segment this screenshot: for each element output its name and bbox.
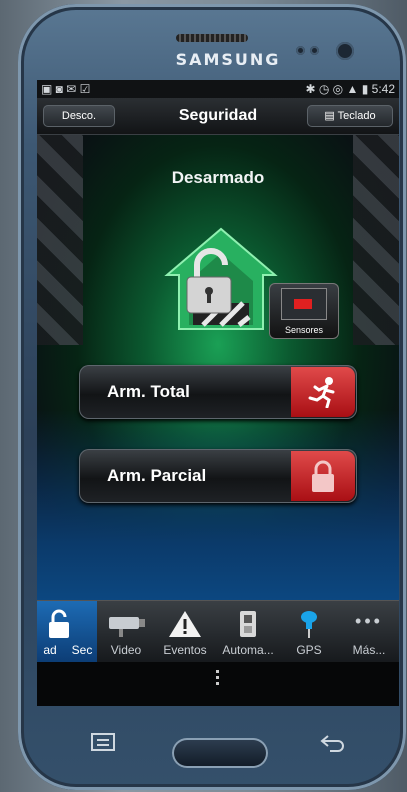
menu-key-icon[interactable] xyxy=(90,730,118,754)
keypad-button-label: Teclado xyxy=(337,110,376,122)
warning-icon xyxy=(169,611,201,637)
right-hazard-stripes xyxy=(353,135,399,345)
arm-parcial-button[interactable]: Arm. Parcial xyxy=(79,449,357,503)
tab-gps[interactable]: GPS xyxy=(281,601,337,663)
left-hazard-stripes xyxy=(37,135,83,345)
bottom-tab-bar: ad Sec Video Eventos Automa... GPS ••• M… xyxy=(37,600,399,663)
arm-total-label: Arm. Total xyxy=(107,382,190,401)
overflow-menu-icon[interactable] xyxy=(216,670,220,688)
house-unlocked-icon xyxy=(164,227,278,330)
keypad-button[interactable]: ▤ Teclado xyxy=(307,105,393,127)
tab-security-label: Sec xyxy=(71,643,93,657)
camera-icon xyxy=(109,617,145,637)
brand-logo: SAMSUNG xyxy=(175,50,281,69)
tab-automation[interactable]: Automa... xyxy=(217,601,279,663)
pin-icon xyxy=(301,611,317,638)
front-camera xyxy=(336,42,354,60)
keypad-icon: ▤ xyxy=(324,110,338,122)
arm-total-button[interactable]: Arm. Total xyxy=(79,365,357,419)
tab-automation-label: Automa... xyxy=(222,643,274,657)
arm-total-indicator xyxy=(291,367,355,417)
earpiece-speaker xyxy=(176,34,248,42)
tab-events-label: Eventos xyxy=(163,643,207,657)
running-person-icon xyxy=(308,377,335,408)
sensors-icon xyxy=(281,288,327,320)
arm-parcial-label: Arm. Parcial xyxy=(107,466,207,485)
system-icons: ✱ ◷ ◎ ▲ ▮ xyxy=(305,82,369,96)
light-sensor xyxy=(310,46,319,55)
tab-more-label: Más... xyxy=(352,643,386,657)
proximity-sensor xyxy=(296,46,305,55)
lock-icon xyxy=(49,609,69,638)
tab-video-label: Video xyxy=(110,643,142,657)
sensors-button[interactable]: Sensores xyxy=(269,283,339,339)
status-right: ✱ ◷ ◎ ▲ ▮ 5:42 xyxy=(305,82,395,96)
arm-parcial-indicator xyxy=(291,451,355,501)
back-key-icon[interactable] xyxy=(318,730,348,754)
status-bar: ▣ ◙ ✉ ☑ ✱ ◷ ◎ ▲ ▮ 5:42 xyxy=(37,80,399,98)
tab-events[interactable]: Eventos xyxy=(155,601,215,663)
arm-status-text: Desarmado xyxy=(171,168,265,187)
tab-security-label-prev: ad xyxy=(43,643,57,657)
security-panel: Desarmado Sensores Arm. Total Arm. Parci… xyxy=(37,135,399,600)
tab-more[interactable]: ••• Más... xyxy=(339,601,399,663)
switch-icon xyxy=(240,611,256,637)
notification-icons: ▣ ◙ ✉ ☑ xyxy=(41,82,91,96)
clock: 5:42 xyxy=(371,82,395,96)
app-menu-bar xyxy=(37,662,399,706)
title-bar: Desco. Seguridad ▤ Teclado xyxy=(37,98,399,135)
sensors-label: Sensores xyxy=(284,325,324,335)
tab-video[interactable]: Video xyxy=(99,601,153,663)
tab-security[interactable]: ad Sec xyxy=(37,601,97,663)
padlock-icon xyxy=(312,460,334,492)
more-icon: ••• xyxy=(355,611,383,631)
screen: ▣ ◙ ✉ ☑ ✱ ◷ ◎ ▲ ▮ 5:42 Desco. Seguridad … xyxy=(37,80,399,706)
home-button[interactable] xyxy=(172,738,268,768)
tab-gps-label: GPS xyxy=(296,643,322,657)
